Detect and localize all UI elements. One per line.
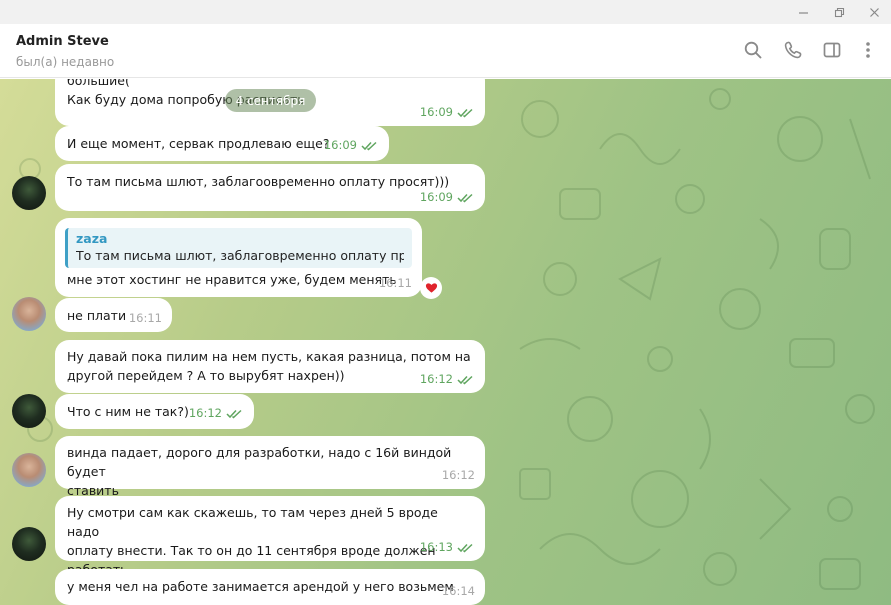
message-bubble[interactable]: То там письма шлют, заблагоовременно опл… <box>55 164 485 211</box>
window-title-bar <box>0 0 891 24</box>
date-separator: 4 сентября <box>225 89 316 112</box>
sidebar-toggle-icon <box>823 42 841 58</box>
search-icon <box>744 41 762 59</box>
double-check-icon <box>457 193 473 203</box>
message-time: 16:12 <box>188 406 222 420</box>
double-check-icon <box>457 375 473 385</box>
message-bubble[interactable]: винда падает, дорого для разработки, над… <box>55 436 485 498</box>
heart-icon <box>425 283 437 293</box>
call-button[interactable] <box>782 39 804 61</box>
message-text: винда падает, дорого для разработки, над… <box>67 445 452 498</box>
restore-button[interactable] <box>823 0 855 24</box>
search-button[interactable] <box>742 39 764 61</box>
message-reaction[interactable] <box>420 277 442 299</box>
more-button[interactable] <box>857 39 879 61</box>
message-bubble[interactable]: И еще момент, сервак продлеваю еще? 16:0… <box>55 126 389 161</box>
chat-header[interactable]: Admin Steve был(а) недавно <box>0 24 891 78</box>
message-meta: 16:09 <box>420 188 475 207</box>
message-time: 16:09 <box>419 190 453 204</box>
double-check-icon <box>361 141 377 151</box>
message-time: 16:12 <box>441 468 475 482</box>
double-check-icon <box>457 108 473 118</box>
reply-quote[interactable]: zaza То там письма шлют, заблаговременно… <box>65 228 412 268</box>
reply-author: zaza <box>76 231 108 246</box>
message-text: мне этот хостинг не нравится уже, будем … <box>67 272 397 287</box>
more-vertical-icon <box>866 42 870 58</box>
reply-text: То там письма шлют, заблаговременно опла… <box>76 248 404 263</box>
message-meta: 16:14 <box>442 582 475 601</box>
message-text: у меня чел на работе занимается арендой … <box>67 579 454 594</box>
chat-title[interactable]: Admin Steve <box>16 34 109 49</box>
restore-icon <box>834 7 844 17</box>
message-time: 16:11 <box>128 311 162 325</box>
message-time: 16:12 <box>419 372 453 386</box>
phone-icon <box>784 41 802 59</box>
message-time: 16:09 <box>419 105 453 119</box>
close-window-button[interactable] <box>858 0 890 24</box>
message-bubble[interactable]: zaza То там письма шлют, заблаговременно… <box>55 218 422 297</box>
contact-avatar[interactable] <box>12 394 46 428</box>
message-text: То там письма шлют, заблагоовременно опл… <box>67 174 450 189</box>
message-meta: 16:09 <box>420 103 475 122</box>
message-meta: 16:12 <box>420 370 475 389</box>
message-bubble[interactable]: у меня чел на работе занимается арендой … <box>55 569 485 605</box>
message-time: 16:13 <box>419 540 453 554</box>
message-meta: 16:11 <box>379 274 412 293</box>
message-list[interactable]: большие( Как буду дома попробую расписат… <box>0 79 891 605</box>
minimize-button[interactable] <box>787 0 819 24</box>
message-meta: 16:12 <box>189 404 244 423</box>
contact-avatar[interactable] <box>12 176 46 210</box>
contact-avatar[interactable] <box>12 527 46 561</box>
message-time: 16:11 <box>378 276 412 290</box>
chat-status: был(а) недавно <box>16 55 115 69</box>
sidebar-toggle-button[interactable] <box>821 39 843 61</box>
close-icon <box>869 7 879 17</box>
user-avatar[interactable] <box>12 297 46 331</box>
message-meta: 16:13 <box>420 538 475 557</box>
message-time: 16:14 <box>441 584 475 598</box>
message-meta: 16:12 <box>442 466 475 485</box>
user-avatar[interactable] <box>12 453 46 487</box>
message-meta: 16:09 <box>324 136 379 155</box>
message-time: 16:09 <box>323 138 357 152</box>
message-bubble[interactable]: Ну давай пока пилим на нем пусть, какая … <box>55 340 485 393</box>
message-bubble[interactable]: Что с ним не так?) 16:12 <box>55 394 254 429</box>
minimize-icon <box>798 11 808 14</box>
double-check-icon <box>226 409 242 419</box>
message-bubble[interactable]: не плати 16:11 <box>55 298 172 332</box>
double-check-icon <box>457 543 473 553</box>
message-bubble[interactable]: Ну смотри сам как скажешь, то там через … <box>55 496 485 577</box>
message-meta: 16:11 <box>129 309 162 328</box>
